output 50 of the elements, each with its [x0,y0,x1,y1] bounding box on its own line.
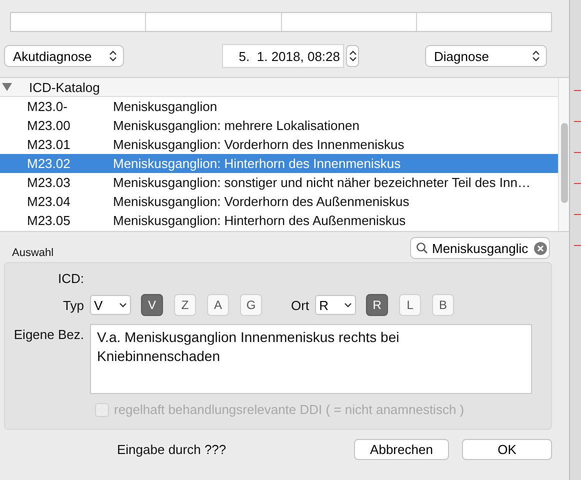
typ-toggle[interactable]: Z [174,294,196,316]
diagnosis-name: Meniskusganglion: mehrere Lokalisationen [113,118,360,133]
cancel-button[interactable]: Abbrechen [354,439,449,460]
diagnosis-name: Meniskusganglion: Vorderhorn des Innenmeniskus [113,137,404,152]
clear-icon[interactable] [534,242,547,254]
updown-chevron-icon [348,50,356,62]
ort-toggle[interactable]: B [432,294,454,316]
ok-button[interactable]: OK [462,439,552,460]
diagnosis-name: Meniskusganglion: Hinterhorn des Innenmeniskus [113,156,401,171]
disclosure-triangle-icon[interactable] [2,83,12,91]
diagnosis-name: Meniskusganglion: sonstiger und nicht näher bezeichneter Teil des Inn… [113,175,530,190]
ort-label: Ort [291,298,310,312]
type-popup[interactable]: Diagnose [425,45,547,67]
search-field[interactable]: Meniskusganglic [410,237,550,259]
typ-popup[interactable]: V [90,295,131,315]
icd-code: M23.01 [26,137,72,152]
icd-code: M23.03 [26,175,72,190]
group-title: Auswahl [12,247,54,259]
icd-code: M23.0- [26,99,68,114]
updown-chevron-icon [109,50,117,62]
date-stepper[interactable] [346,45,359,67]
checkbox-label: regelhaft behandlungsrelevante DDI ( = nicht anamnestisch ) [114,402,464,417]
icd-code: M23.05 [26,213,72,228]
ort-toggle[interactable]: R [366,294,388,316]
icd-code: M23.04 [26,194,72,209]
category-popup[interactable]: Akutdiagnose [4,45,124,67]
ort-popup[interactable]: R [315,295,356,315]
catalog-row[interactable]: M23.02 Meniskusganglion: Hinterhorn des Innenmeniskus [0,154,558,173]
search-icon [416,242,428,254]
typ-toggle[interactable]: V [141,294,163,316]
typ-toggle[interactable]: G [240,294,262,316]
entered-by-text: Eingabe durch ??? [117,442,228,457]
updown-chevron-icon [532,50,540,62]
typ-label: Typ [62,298,85,312]
typ-toggle[interactable]: A [207,294,229,316]
diagnosis-name: Meniskusganglion [113,99,218,114]
icd-code: M23.00 [26,118,72,133]
group-header[interactable]: ICD-Katalog [0,78,558,97]
description-field[interactable]: V.a. Meniskusganglion Innenmeniskus rechts bei Kniebinnenschaden [90,324,532,394]
icd-label: ICD: [57,271,85,286]
chevron-down-icon [344,302,352,308]
own-label: Eigene Bez. [12,326,85,342]
diagnosis-name: Meniskusganglion: Hinterhorn des Außenmeniskus [113,213,406,228]
chevron-down-icon [119,302,127,308]
icd-code: M23.02 [26,156,72,171]
scrollbar[interactable] [558,78,569,231]
ort-toggle[interactable]: L [399,294,422,316]
group-label: ICD-Katalog [29,80,100,94]
diagnosis-name: Meniskusganglion: Vorderhorn des Außenmeniskus [113,194,410,209]
date-field[interactable]: 5. 1. 2018, 08:28 [222,44,344,68]
